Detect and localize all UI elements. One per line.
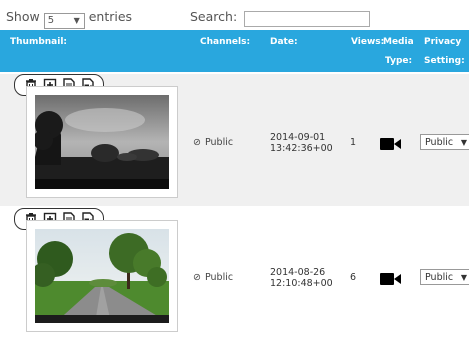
col-channels[interactable]: Channels: [200,37,250,47]
views-value: 6 [350,272,357,283]
no-entry-icon: ⊘ [193,272,201,283]
time-value: 13:42:36+00 [270,143,333,154]
channel-link[interactable]: Public [205,272,233,283]
dropdown-arrow-icon: ▼ [73,16,80,25]
video-thumbnail [35,229,169,323]
privacy-select-value: Public [425,137,454,148]
length-menu-suffix: entries [88,9,133,24]
privacy-select[interactable]: Public ▼ [420,269,469,285]
thumbnail-frame[interactable] [26,220,178,332]
no-entry-icon: ⊘ [193,137,201,148]
col-media-type-line1[interactable]: Media [383,37,414,47]
date-cell: 2014-08-26 12:10:48+00 [270,267,333,289]
col-thumbnail[interactable]: Thumbnail: [10,37,67,47]
search-label: Search: [190,9,238,24]
dropdown-arrow-icon: ▼ [460,273,467,282]
table-row: ⊘ Public 2014-08-26 12:10:48+00 6 Public… [0,208,469,340]
channel-cell: ⊘ Public [193,137,233,148]
date-value: 2014-09-01 [270,132,326,143]
length-menu-prefix: Show [6,9,40,24]
video-camera-icon [380,271,402,290]
channel-cell: ⊘ Public [193,272,233,283]
thumbnail-frame[interactable] [26,86,178,198]
col-privacy-line1[interactable]: Privacy [424,37,461,47]
channel-link[interactable]: Public [205,137,233,148]
entries-select[interactable]: 5 ▼ [43,13,85,29]
col-date[interactable]: Date: [270,37,298,47]
table-header: Thumbnail: Channels: Date: Views: Media … [0,30,469,72]
entries-select-value: 5 [47,15,55,26]
length-menu: Show 5 ▼ entries [6,9,132,29]
col-media-type-line2[interactable]: Type: [385,56,412,66]
table-row: ⊘ Public 2014-09-01 13:42:36+00 1 Public… [0,74,469,206]
date-cell: 2014-09-01 13:42:36+00 [270,132,333,154]
views-value: 1 [350,137,357,148]
privacy-select-value: Public [425,272,454,283]
table-controls: Show 5 ▼ entries Search: [0,0,469,30]
col-privacy-line2[interactable]: Setting: [424,56,465,66]
video-thumbnail [35,95,169,189]
time-value: 12:10:48+00 [270,278,333,289]
privacy-select[interactable]: Public ▼ [420,134,469,150]
date-value: 2014-08-26 [270,267,326,278]
video-camera-icon [380,136,402,155]
search-input[interactable] [244,11,370,27]
col-views[interactable]: Views: [351,37,384,47]
dropdown-arrow-icon: ▼ [460,138,467,147]
